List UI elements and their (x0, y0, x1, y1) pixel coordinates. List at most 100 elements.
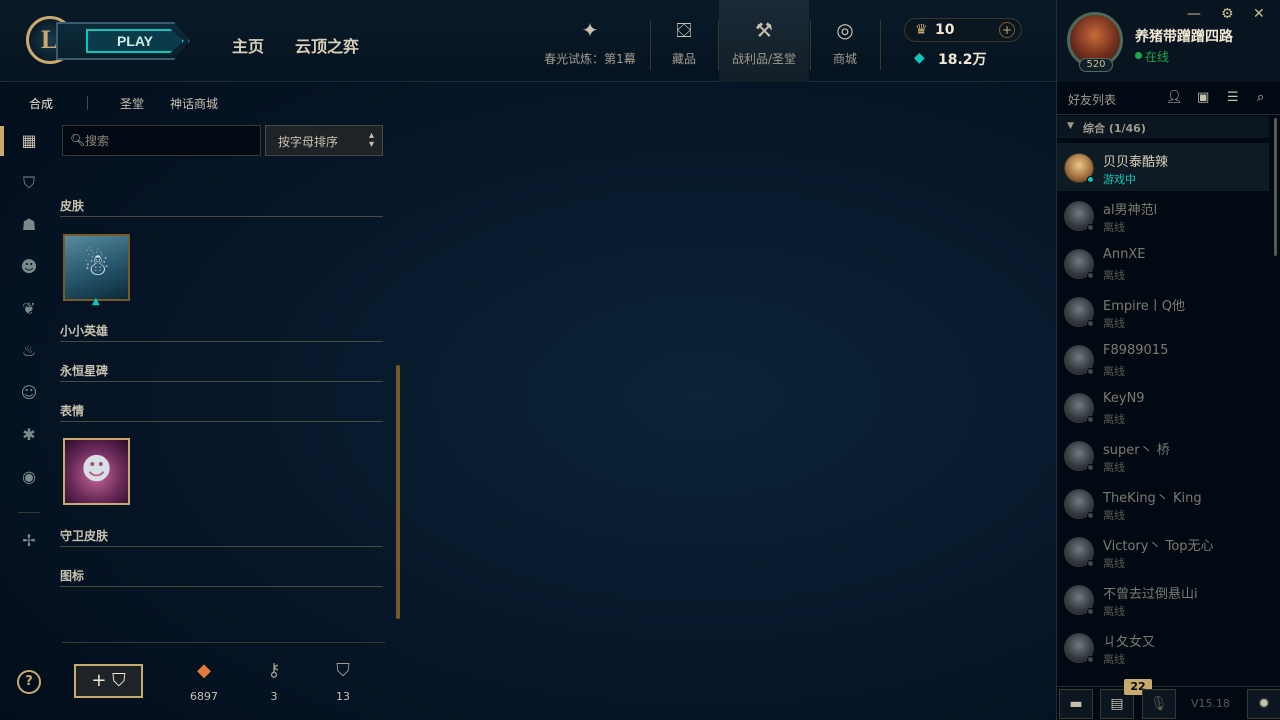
skin-mask-icon[interactable]: ☻ (18, 256, 40, 278)
play-button-label[interactable]: PLAY (86, 29, 184, 53)
store-label: 商城 (832, 52, 857, 66)
status-dot (1087, 512, 1094, 519)
friend-status: 离线 (1103, 413, 1125, 426)
help-button[interactable]: ? (17, 670, 41, 694)
category-emotes[interactable]: 表情 (60, 400, 383, 422)
profile-status[interactable]: 在线 (1145, 48, 1169, 65)
online-status-dot (1135, 52, 1142, 59)
divider (880, 20, 881, 70)
close-icon[interactable]: ✕ (1253, 6, 1265, 22)
friend-status: 离线 (1103, 653, 1125, 666)
store-button[interactable]: ◎ 商城 (812, 14, 878, 82)
loot-sanctum-button[interactable]: ⚒ 战利品/圣堂 (719, 0, 809, 82)
category-label: 图标 (60, 569, 85, 583)
divider (810, 20, 811, 70)
list-item[interactable]: super丶 桥 离线 (1057, 431, 1269, 479)
category-eternals[interactable]: 永恒星碑 (60, 360, 383, 382)
friends-search-icon[interactable]: ⌕ (1257, 90, 1264, 105)
key-icon: ⚷ (267, 660, 281, 681)
champion-helmet-icon[interactable]: ☗ (18, 214, 40, 236)
tab-sanctum[interactable]: 圣堂 (120, 95, 144, 112)
status-dot (1087, 320, 1094, 327)
crafting-materials-icon[interactable]: ✢ (18, 530, 40, 552)
nav-home[interactable]: 主页 (232, 33, 264, 57)
all-items-grid-icon[interactable]: ▦ (18, 130, 40, 152)
add-friend-icon[interactable]: 👤︎ (1166, 90, 1183, 105)
profile-name[interactable]: 养猪带蹭蹭四路 (1135, 26, 1233, 46)
list-item[interactable]: KeyN9 离线 (1057, 383, 1269, 431)
friend-name: TheKing丶 King (1103, 491, 1202, 506)
collection-button[interactable]: ⛋ 藏品 (652, 14, 716, 82)
emote-face-icon[interactable]: ☺ (18, 382, 40, 404)
category-label: 永恒星碑 (60, 364, 109, 378)
friend-status: 离线 (1103, 509, 1125, 522)
status-dot (1087, 272, 1094, 279)
nav-tft[interactable]: 云顶之弈 (295, 33, 359, 57)
search-field[interactable]: 🔍︎ (62, 125, 261, 156)
category-label: 皮肤 (60, 199, 85, 213)
chroma-flame-icon[interactable]: ♨ (18, 340, 40, 362)
divider (62, 642, 385, 643)
friend-status: 离线 (1103, 557, 1125, 570)
settings-gear-icon[interactable]: ⚙ (1221, 6, 1234, 22)
friend-name: F8989015 (1103, 343, 1169, 358)
event-pass-label: 春光试炼：第1幕 (544, 52, 636, 66)
tab-crafting[interactable]: 合成 (29, 95, 53, 112)
list-item[interactable]: 贝贝泰酷辣 游戏中 (1057, 143, 1269, 191)
event-pass-icon: ✦ (581, 18, 599, 42)
event-pass-button[interactable]: ✦ 春光试炼：第1幕 (540, 14, 640, 82)
friend-name: AnnXE (1103, 247, 1146, 262)
friend-status: 离线 (1103, 317, 1125, 330)
tab-mythic-shop[interactable]: 神话商城 (170, 95, 218, 112)
eternals-icon[interactable]: ✱ (18, 424, 40, 446)
list-item[interactable]: 不曾去过倒悬山i 离线 (1057, 575, 1269, 623)
add-folder-icon[interactable]: ▣ (1197, 90, 1209, 105)
blue-essence-icon: ◆ (914, 50, 925, 66)
skin-item-thumbnail[interactable]: ☃ (63, 234, 130, 301)
ward-chest-icon: ⛉ (336, 660, 350, 681)
friends-scrollbar[interactable] (1274, 118, 1277, 256)
category-ward-skins[interactable]: 守卫皮肤 (60, 525, 383, 547)
sort-arrows-icon: ▴ ▾ (368, 130, 374, 150)
add-ward-button[interactable]: + ⛉ (74, 664, 143, 698)
ward-filter-icon[interactable]: ⛉ (18, 172, 40, 194)
list-item[interactable]: ㄐ夂女又 离线 (1057, 623, 1269, 671)
rp-currency: ♛ 10 + (904, 18, 1022, 42)
list-item[interactable]: TheKing丶 King 离线 (1057, 479, 1269, 527)
list-item[interactable]: Victory丶 Top无心 离线 (1057, 527, 1269, 575)
category-icons[interactable]: 图标 (60, 565, 383, 587)
profile-icon-filter-icon[interactable]: ◉ (18, 466, 40, 488)
friend-group-general[interactable]: ▼ 综合 (1/46) (1057, 116, 1269, 138)
search-input[interactable] (85, 130, 255, 152)
category-label: 表情 (60, 404, 85, 418)
list-item[interactable]: AnnXE 离线 (1057, 239, 1269, 287)
status-dot (1087, 176, 1094, 183)
category-skins[interactable]: 皮肤 (60, 195, 383, 217)
divider (650, 20, 651, 70)
sort-dropdown[interactable]: 按字母排序 ▴ ▾ (265, 125, 383, 156)
list-item[interactable]: Empire丨Q他 离线 (1057, 287, 1269, 335)
top-navigation-bar: L PLAY 主页 云顶之弈 ✦ 春光试炼：第1幕 ⛋ 藏品 ⚒ 战利品/圣堂 … (0, 0, 1056, 82)
list-item[interactable]: F8989015 离线 (1057, 335, 1269, 383)
bug-report-icon[interactable]: ✹ (1247, 689, 1280, 719)
friends-title: 好友列表 (1068, 93, 1117, 107)
friends-header: 好友列表 👤︎ ▣ ☰ ⌕ (1057, 82, 1280, 115)
collection-label: 藏品 (671, 52, 696, 66)
category-label: 小小英雄 (60, 324, 109, 338)
little-legend-icon[interactable]: ❦ (18, 298, 40, 320)
list-view-icon[interactable]: ☰ (1227, 90, 1239, 105)
category-little-legends[interactable]: 小小英雄 (60, 320, 383, 342)
emote-item-thumbnail[interactable]: ☻ (63, 438, 130, 505)
key-stat: ⚷ 3 (254, 660, 294, 703)
search-icon: 🔍︎ (70, 133, 86, 147)
chat-icon[interactable]: ▬ (1059, 689, 1093, 719)
voice-mic-icon[interactable]: 🎙︎ (1142, 689, 1176, 719)
buy-rp-plus-icon[interactable]: + (999, 22, 1015, 38)
orange-essence-stat: ◆ 6897 (184, 660, 224, 703)
minimize-icon[interactable]: — (1187, 6, 1201, 22)
play-button[interactable]: PLAY (56, 22, 190, 60)
sort-label: 按字母排序 (278, 135, 339, 149)
inventory-scrollbar[interactable] (396, 365, 400, 619)
chest-value: 13 (336, 690, 350, 703)
list-item[interactable]: al男神范l 离线 (1057, 191, 1269, 239)
